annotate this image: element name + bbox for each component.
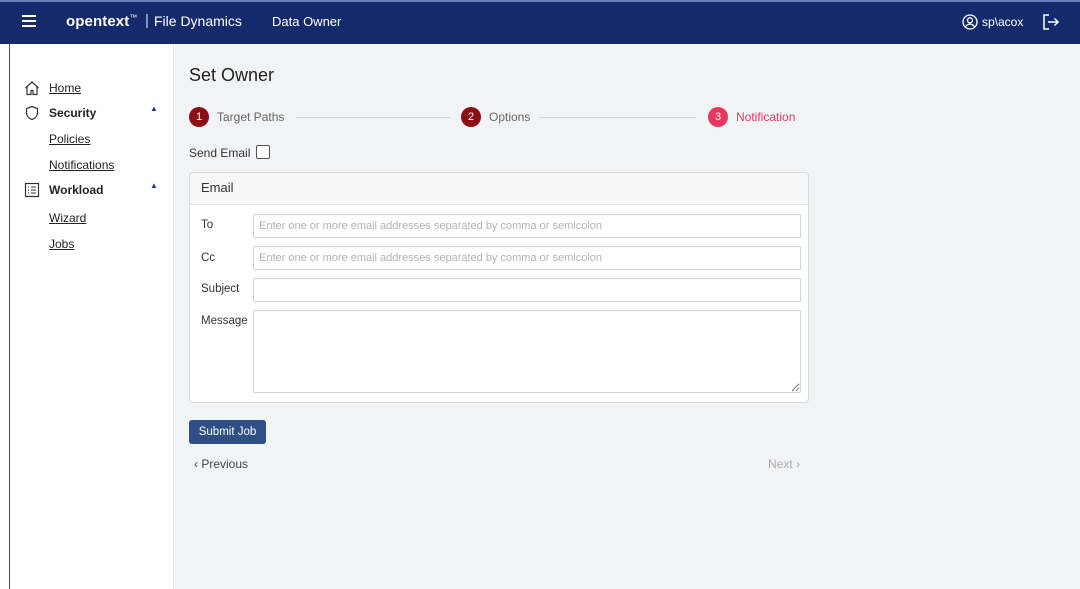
step-number: 3 bbox=[708, 107, 728, 127]
cc-field[interactable] bbox=[253, 246, 801, 270]
user-circle-icon[interactable] bbox=[962, 14, 978, 30]
step-label: Options bbox=[489, 110, 531, 124]
sidebar-item-home[interactable]: Home bbox=[10, 78, 174, 100]
sidebar-item-label[interactable]: Wizard bbox=[49, 211, 86, 225]
sidebar: Home Security ▲ Policies Notifications W… bbox=[10, 44, 174, 589]
subject-label: Subject bbox=[201, 283, 240, 295]
page-title: Set Owner bbox=[189, 65, 275, 85]
brand-logo: opentext™ bbox=[66, 13, 138, 30]
sidebar-item-wizard[interactable]: Wizard bbox=[10, 208, 174, 230]
email-card: Email To Cc Subject Message bbox=[189, 172, 809, 403]
step-connector bbox=[296, 117, 450, 118]
sidebar-item-label[interactable]: Home bbox=[49, 81, 81, 95]
list-icon bbox=[24, 182, 40, 198]
to-label: To bbox=[201, 219, 214, 231]
product-name: File Dynamics bbox=[154, 13, 242, 29]
step-connector bbox=[539, 117, 696, 118]
sidebar-item-label[interactable]: Jobs bbox=[49, 237, 74, 251]
sidebar-item-label[interactable]: Policies bbox=[49, 132, 90, 146]
sidebar-item-label[interactable]: Notifications bbox=[49, 158, 114, 172]
submit-job-button[interactable]: Submit Job bbox=[189, 420, 266, 444]
sidebar-item-workload[interactable]: Workload ▲ bbox=[10, 180, 174, 202]
send-email-label: Send Email bbox=[189, 146, 251, 160]
sidebar-item-notifications[interactable]: Notifications bbox=[10, 155, 174, 177]
to-field[interactable] bbox=[253, 214, 801, 238]
step-number: 1 bbox=[189, 107, 209, 127]
sidebar-item-label: Security bbox=[49, 106, 97, 120]
cc-label: Cc bbox=[201, 252, 216, 264]
user-name[interactable]: sp\acox bbox=[982, 15, 1023, 29]
sidebar-item-policies[interactable]: Policies bbox=[10, 129, 174, 151]
subject-field[interactable] bbox=[253, 278, 801, 302]
step-label: Target Paths bbox=[217, 110, 285, 124]
shield-icon bbox=[25, 105, 39, 121]
sidebar-item-label: Workload bbox=[49, 183, 104, 197]
top-bar: opentext™ | File Dynamics Data Owner sp\… bbox=[0, 0, 1080, 44]
email-card-title: Email bbox=[201, 180, 234, 195]
step-number: 2 bbox=[461, 107, 481, 127]
previous-button[interactable]: ‹ Previous bbox=[194, 457, 248, 471]
email-card-header: Email bbox=[190, 173, 808, 205]
logout-icon[interactable] bbox=[1042, 13, 1060, 31]
next-button[interactable]: Next › bbox=[768, 457, 800, 471]
sidebar-item-security[interactable]: Security ▲ bbox=[10, 103, 174, 125]
home-icon bbox=[25, 81, 39, 96]
brand-separator: | bbox=[145, 12, 149, 29]
hamburger-icon[interactable] bbox=[22, 15, 36, 27]
main-content: Set Owner 1 Target Paths 2 Options 3 Not… bbox=[175, 44, 1080, 589]
module-name: Data Owner bbox=[272, 14, 342, 29]
message-label: Message bbox=[201, 315, 248, 327]
step-label: Notification bbox=[736, 110, 796, 124]
message-field[interactable] bbox=[253, 310, 801, 393]
caret-up-icon[interactable]: ▲ bbox=[150, 104, 158, 113]
caret-up-icon[interactable]: ▲ bbox=[150, 181, 158, 190]
sidebar-item-jobs[interactable]: Jobs bbox=[10, 234, 174, 256]
send-email-checkbox[interactable] bbox=[256, 145, 270, 159]
